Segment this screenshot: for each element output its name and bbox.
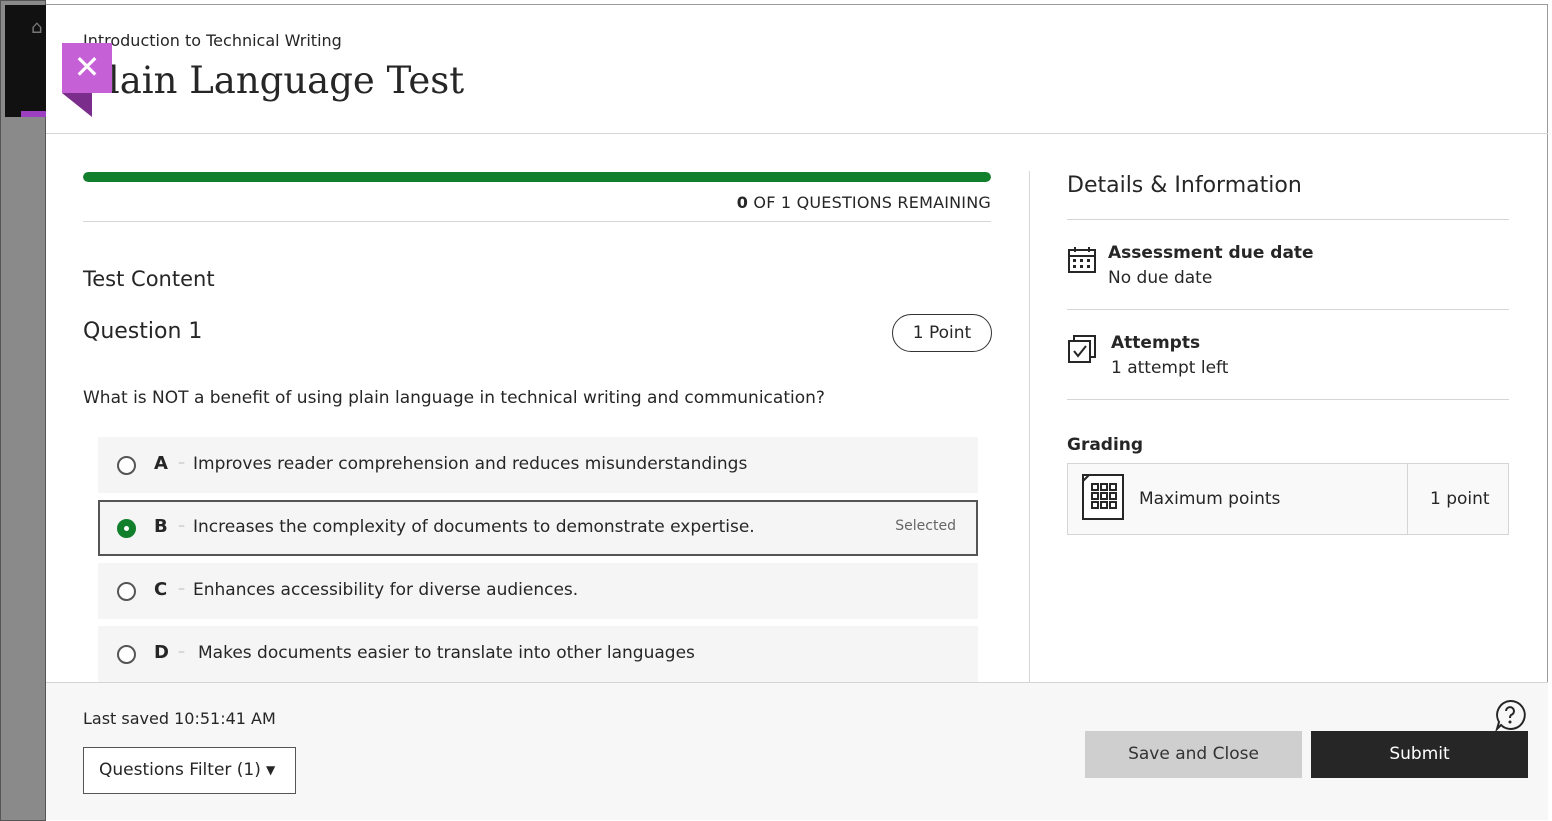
divider — [1067, 309, 1509, 310]
chevron-down-icon: ▼ — [266, 763, 276, 777]
question-text: What is NOT a benefit of using plain lan… — [83, 388, 825, 408]
details-title: Details & Information — [1067, 173, 1302, 198]
option-text: Increases the complexity of documents to… — [193, 517, 755, 537]
close-button[interactable]: ✕ — [62, 43, 112, 93]
calculator-icon — [1082, 474, 1124, 520]
radio-button-checked[interactable] — [117, 519, 136, 538]
home-icon: ⌂ — [31, 17, 43, 38]
option-separator: – — [178, 518, 185, 534]
page-title: Plain Language Test — [83, 59, 465, 102]
grading-box: Maximum points 1 point — [1067, 463, 1509, 535]
close-icon: ✕ — [73, 48, 101, 86]
section-label: Test Content — [83, 267, 215, 291]
course-name: Introduction to Technical Writing — [83, 31, 342, 50]
max-points-value: 1 point — [1430, 489, 1490, 509]
remaining-label: OF 1 QUESTIONS REMAINING — [753, 193, 991, 212]
calendar-icon — [1068, 247, 1096, 273]
grading-label: Grading — [1067, 435, 1144, 455]
option-text: Makes documents easier to translate into… — [198, 643, 695, 663]
option-separator: – — [178, 455, 185, 471]
attempts-value: 1 attempt left — [1111, 358, 1229, 378]
option-text: Improves reader comprehension and reduce… — [193, 454, 748, 474]
divider — [83, 221, 991, 222]
questions-filter-button[interactable]: Questions Filter (1) ▼ — [83, 747, 296, 794]
radio-button[interactable] — [117, 645, 136, 664]
option-letter: D — [154, 642, 169, 663]
progress-bar-fill — [83, 172, 991, 182]
answer-option-c[interactable]: C – Enhances accessibility for diverse a… — [98, 563, 978, 619]
divider — [1067, 219, 1509, 220]
max-points-label: Maximum points — [1139, 489, 1281, 509]
question-title: Question 1 — [83, 319, 203, 344]
answer-option-a[interactable]: A – Improves reader comprehension and re… — [98, 437, 978, 493]
save-and-close-button[interactable]: Save and Close — [1085, 731, 1302, 778]
due-date-value: No due date — [1108, 268, 1213, 288]
help-icon[interactable] — [1494, 699, 1526, 731]
points-badge: 1 Point — [892, 314, 992, 352]
option-letter: C — [154, 579, 168, 600]
divider — [1407, 464, 1408, 534]
divider — [1067, 399, 1509, 400]
submit-button[interactable]: Submit — [1311, 731, 1528, 778]
test-panel: ✕ Introduction to Technical Writing Plai… — [46, 4, 1548, 820]
due-date-heading: Assessment due date — [1108, 243, 1314, 263]
footer-bar: Last saved 10:51:41 AM Questions Filter … — [46, 682, 1548, 820]
attempts-heading: Attempts — [1111, 333, 1201, 353]
column-divider — [1029, 171, 1030, 683]
close-button-fold — [62, 93, 92, 117]
answer-option-b[interactable]: B – Increases the complexity of document… — [98, 500, 978, 556]
radio-button[interactable] — [117, 456, 136, 475]
option-letter: A — [154, 453, 168, 474]
background-accent — [21, 111, 47, 117]
answer-option-d[interactable]: D – Makes documents easier to translate … — [98, 626, 978, 682]
panel-header: Introduction to Technical Writing Plain … — [46, 5, 1548, 134]
background-app: ⌂ — [0, 0, 47, 821]
option-separator: – — [178, 581, 185, 597]
questions-remaining: 0 OF 1 QUESTIONS REMAINING — [83, 193, 991, 212]
progress-bar — [83, 172, 991, 182]
questions-filter-label: Questions Filter (1) — [99, 760, 261, 780]
radio-button[interactable] — [117, 582, 136, 601]
last-saved-status: Last saved 10:51:41 AM — [83, 709, 276, 728]
remaining-count: 0 — [736, 193, 749, 212]
selected-label: Selected — [895, 518, 956, 534]
option-letter: B — [154, 516, 168, 537]
option-separator: – — [178, 644, 185, 660]
option-text: Enhances accessibility for diverse audie… — [193, 580, 579, 600]
checkbox-stack-icon — [1068, 335, 1096, 363]
